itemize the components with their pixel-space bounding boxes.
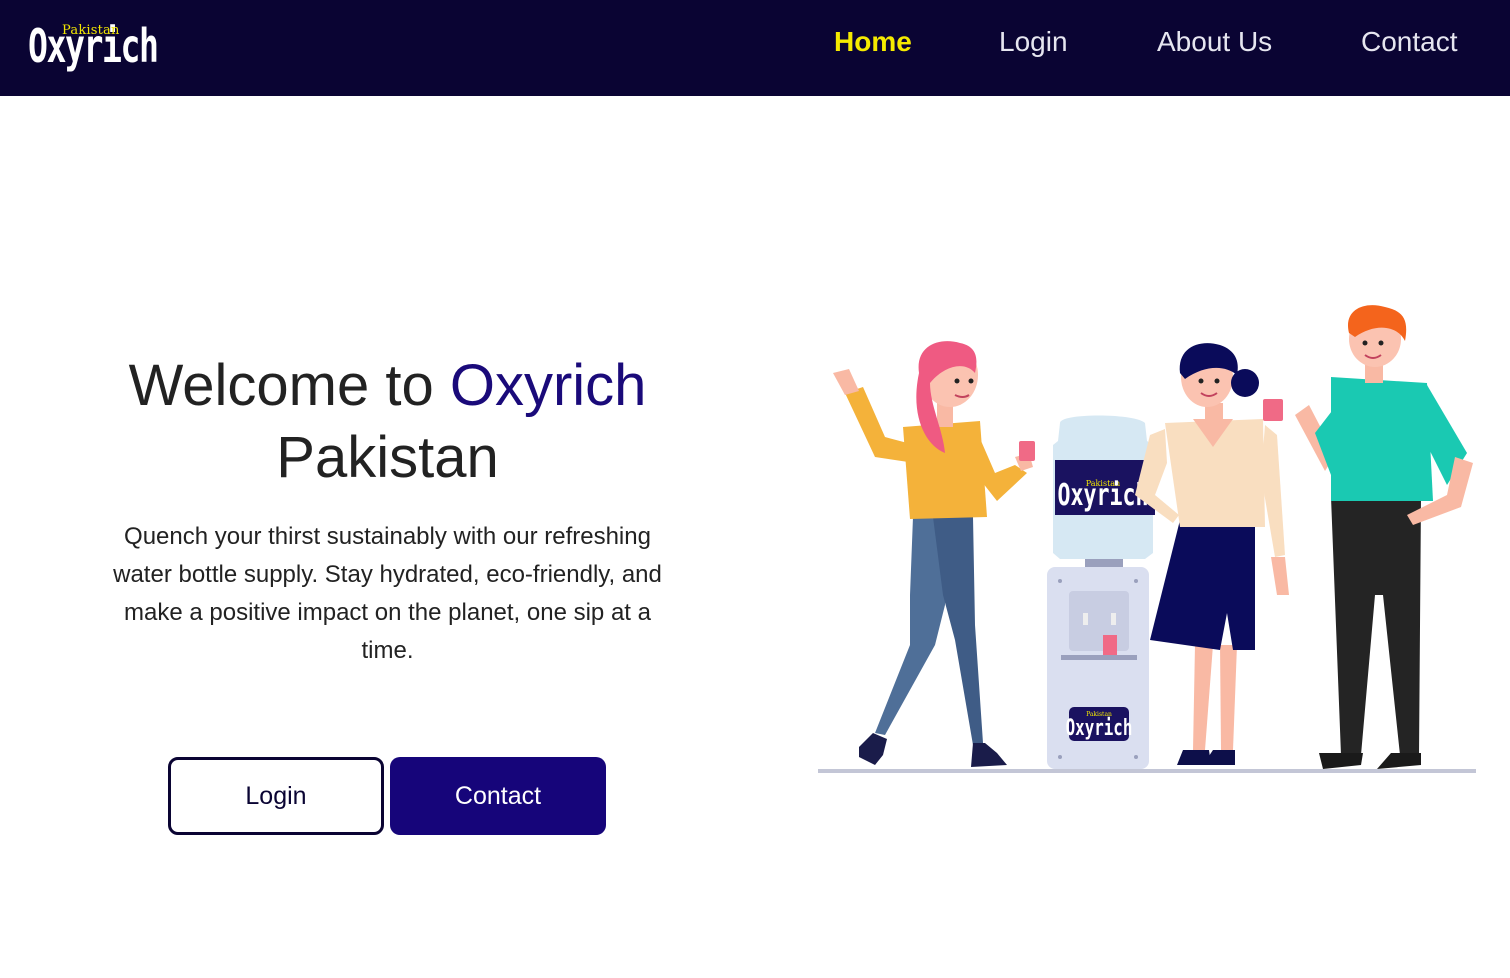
hero-description: Quench your thirst sustainably with our … [113, 523, 662, 664]
water-cooler-illustration: Pakistan Oxyrich Pakistan Oxyrich [818, 305, 1476, 773]
hero-title-prefix: Welcome to [128, 353, 434, 418]
bottle-label-main: Oxyrich [1058, 479, 1149, 513]
login-button[interactable]: Login [168, 757, 384, 835]
hero-title-brand: Oxyrich [449, 353, 647, 418]
nav-link-about-us[interactable]: About Us [1157, 26, 1272, 58]
nav-link-home[interactable]: Home [834, 26, 912, 58]
nav-link-contact[interactable]: Contact [1361, 26, 1458, 58]
floor-line [818, 769, 1476, 773]
hero-title-suffix: Pakistan [276, 425, 499, 490]
man-right-figure [1263, 305, 1473, 769]
contact-button[interactable]: Contact [390, 757, 606, 835]
hero-title: Welcome to Oxyrich Pakistan [90, 350, 685, 494]
logo-small-text: Pakistan [62, 23, 120, 38]
nav-link-login[interactable]: Login [999, 26, 1068, 58]
oxyrich-logo[interactable]: Oxyrich Pakistan [28, 14, 168, 74]
water-dispenser: Pakistan Oxyrich Pakistan Oxyrich [1047, 415, 1155, 769]
dispenser-label-main: Oxyrich [1066, 714, 1133, 740]
woman-left-figure [833, 341, 1035, 767]
navbar: Oxyrich Pakistan Home Login About Us Con… [0, 0, 1510, 96]
